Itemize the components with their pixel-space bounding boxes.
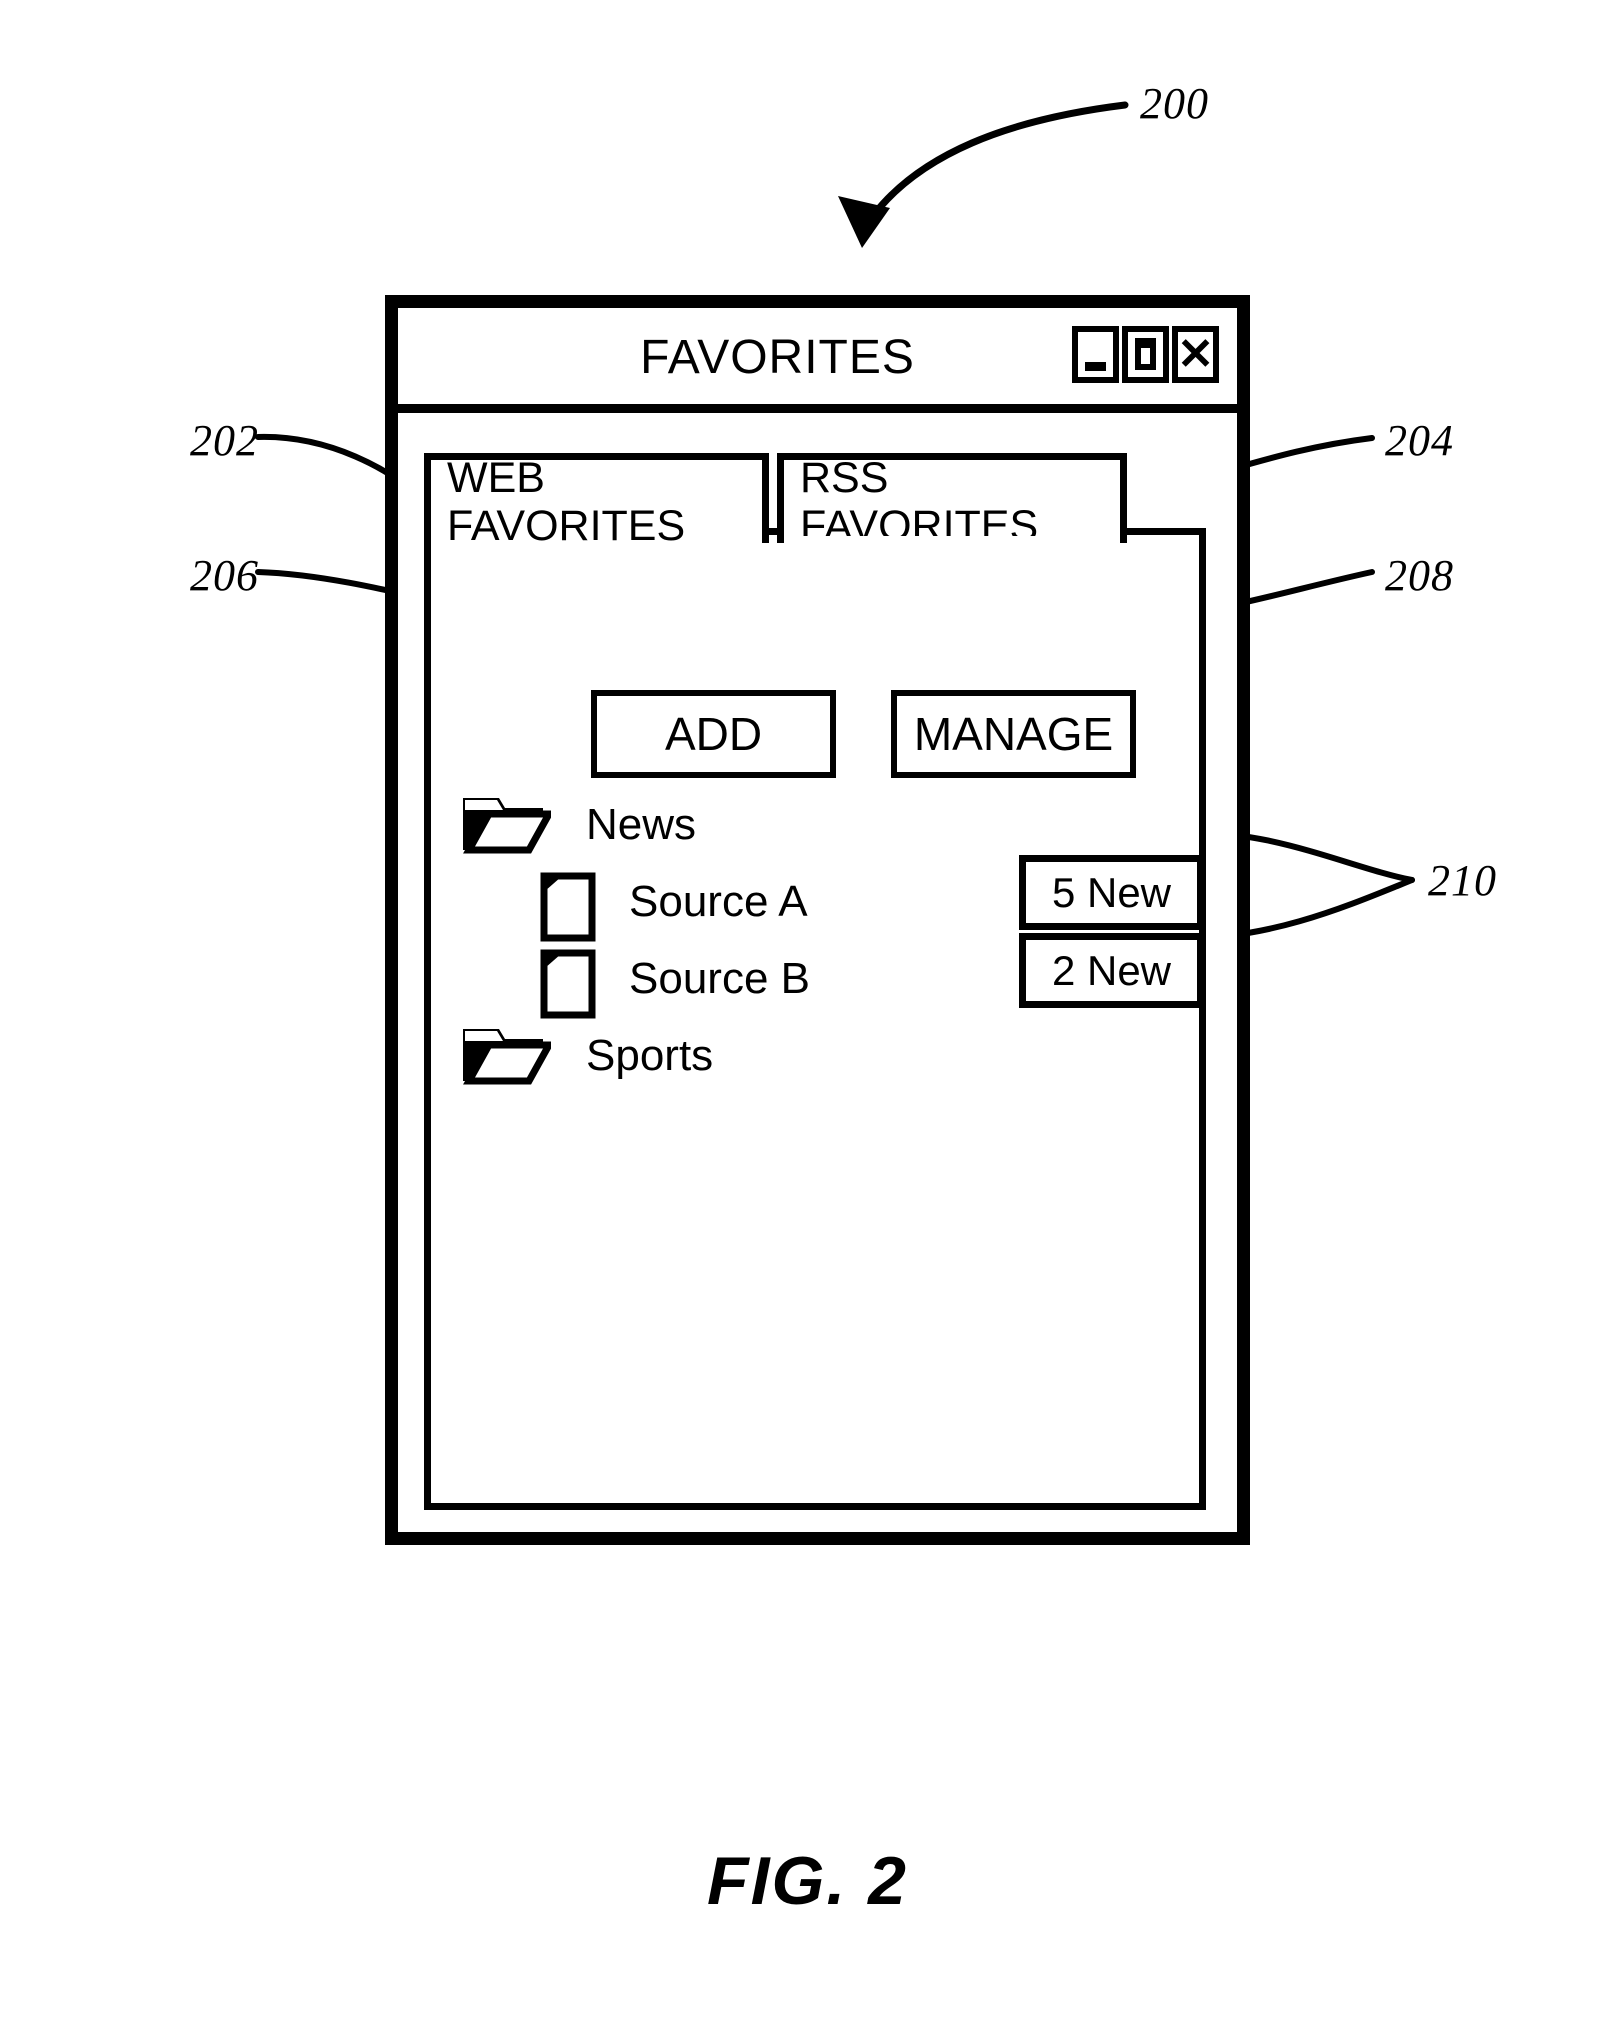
manage-button-label: MANAGE [913, 708, 1114, 760]
tree-row[interactable]: Sports [431, 1021, 1199, 1098]
tab-rss-favorites-line1: RSS [800, 453, 889, 502]
close-button[interactable]: ✕ [1172, 326, 1219, 383]
minimize-button[interactable] [1072, 326, 1119, 383]
reference-numeral-208: 208 [1385, 551, 1454, 600]
add-button[interactable]: ADD [591, 690, 836, 778]
minimize-icon [1085, 362, 1106, 371]
document-icon [539, 871, 597, 943]
patent-figure: 200 202 204 206 208 210 FAVORITES ✕ ADD … [0, 0, 1615, 2030]
folder-icon [459, 1025, 551, 1085]
figure-caption: FIG. 2 [707, 1843, 908, 1919]
tree-item-label: Source A [629, 877, 808, 926]
maximize-button[interactable] [1122, 326, 1169, 383]
favorites-window: FAVORITES ✕ ADD MANAGE 5 New 2 New News … [385, 295, 1250, 1545]
tree-item-label: News [586, 800, 697, 849]
window-body: ADD MANAGE 5 New 2 New News Source A Sou… [398, 413, 1237, 1532]
window-title-bar: FAVORITES ✕ [398, 308, 1237, 413]
new-items-badge-label: 2 New [1051, 946, 1172, 994]
tab-web-favorites-line1: WEB [447, 453, 545, 502]
reference-numeral-204: 204 [1385, 416, 1454, 465]
tree-item-label: Sports [586, 1031, 714, 1080]
close-icon: ✕ [1177, 329, 1214, 379]
reference-numeral-202: 202 [190, 416, 259, 465]
manage-button[interactable]: MANAGE [891, 690, 1136, 778]
maximize-icon [1135, 338, 1156, 370]
new-items-badge[interactable]: 5 New [1019, 855, 1204, 930]
reference-numeral-206: 206 [190, 551, 259, 600]
tab-web-favorites-line2: FAVORITES [447, 501, 686, 550]
document-icon [539, 948, 597, 1020]
new-items-badge-label: 5 New [1051, 868, 1172, 916]
add-button-label: ADD [664, 708, 763, 760]
reference-numeral-210: 210 [1428, 856, 1497, 905]
tab-rss-favorites[interactable]: RSS FAVORITES [777, 453, 1127, 550]
tree-item-label: Source B [629, 954, 810, 1003]
new-items-badge[interactable]: 2 New [1019, 933, 1204, 1008]
tab-selected-join [784, 536, 1120, 548]
folder-icon [459, 794, 551, 854]
tab-web-favorites[interactable]: WEB FAVORITES [424, 453, 769, 550]
reference-numeral-200: 200 [1140, 79, 1209, 128]
window-controls: ✕ [1072, 326, 1219, 383]
tab-content-panel: ADD MANAGE 5 New 2 New News Source A Sou… [424, 528, 1206, 1510]
